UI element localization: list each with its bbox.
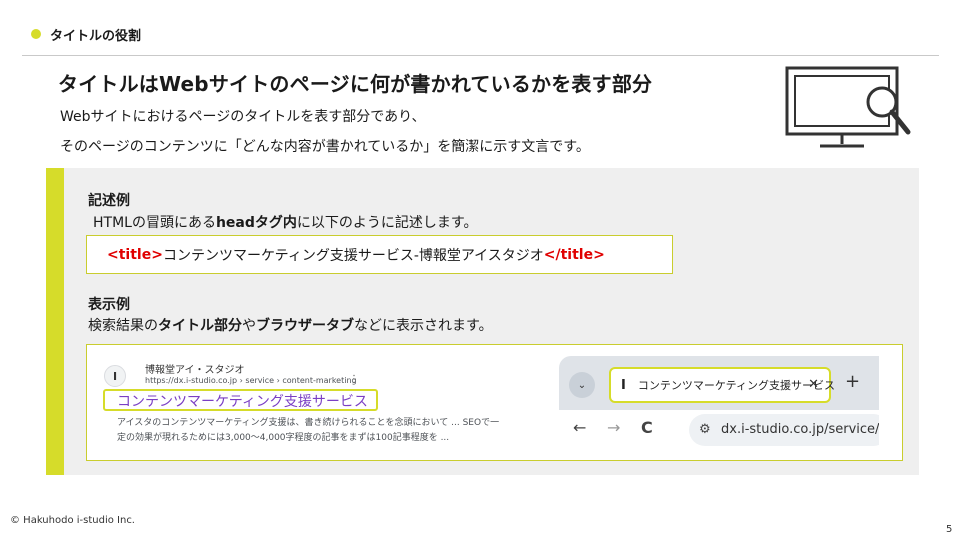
browser-window: ⌄ I コンテンツマーケティング支援サービス ✕ + ← → C ⚙ dx.i-… [559, 356, 879, 449]
example-description: HTMLの冒頭にあるheadタグ内に以下のように記述します。 [93, 212, 478, 232]
display-desc-bold-2: ブラウザータブ [256, 318, 354, 334]
code-title-text: コンテンツマーケティング支援サービス-博報堂アイスタジオ [162, 247, 544, 264]
site-info-icon[interactable]: ⚙ [699, 422, 711, 437]
page-number: 5 [946, 524, 953, 535]
display-desc-pre: 検索結果の [88, 318, 158, 334]
display-desc-post: などに表示されます。 [354, 318, 493, 334]
search-result-url: https://dx.i-studio.co.jp › service › co… [145, 376, 357, 385]
section-label: タイトルの役割 [50, 29, 142, 44]
lead-line-1: Webサイトにおけるページのタイトルを表す部分であり、 [60, 109, 426, 125]
tab-favicon-icon: I [621, 377, 626, 393]
code-close-tag: </title> [543, 246, 605, 263]
lead-line-2: そのページのコンテンツに「どんな内容が書かれているか」を簡潔に示す文言です。 [60, 139, 590, 155]
header-divider [22, 55, 939, 56]
address-bar-url: dx.i-studio.co.jp/service/co [721, 422, 879, 437]
browser-toolbar: ← → C ⚙ dx.i-studio.co.jp/service/co [559, 410, 879, 449]
more-options-icon: ⋮ [349, 374, 359, 385]
close-icon[interactable]: ✕ [808, 377, 819, 392]
example-desc-pre: HTMLの冒頭にある [93, 215, 216, 231]
section-bullet [31, 29, 41, 39]
tab-title: コンテンツマーケティング支援サービス [637, 379, 835, 392]
back-arrow-icon[interactable]: ← [573, 418, 586, 437]
panel-accent-bar [46, 168, 64, 475]
search-result-title-link[interactable]: コンテンツマーケティング支援サービス [117, 391, 368, 411]
example-desc-bold: headタグ内 [215, 215, 297, 231]
address-bar[interactable]: ⚙ dx.i-studio.co.jp/service/co [689, 414, 879, 446]
forward-arrow-icon[interactable]: → [607, 418, 620, 437]
search-result-site-name: 博報堂アイ・スタジオ [145, 365, 245, 376]
code-open-tag: <title> [107, 246, 163, 263]
page-title: タイトルはWebサイトのページに何が書かれているかを表す部分 [58, 72, 653, 96]
display-example-box: I 博報堂アイ・スタジオ https://dx.i-studio.co.jp ›… [86, 344, 903, 461]
code-example-box: <title> コンテンツマーケティング支援サービス-博報堂アイスタジオ </tit… [86, 235, 673, 274]
copyright: © Hakuhodo i-studio Inc. [10, 515, 135, 526]
new-tab-button[interactable]: + [845, 371, 860, 392]
search-result-snippet-2: 定の効果が現れるためには3,000〜4,000字程度の記事をまずは100記事程度… [117, 433, 450, 443]
display-description: 検索結果のタイトル部分やブラウザータブなどに表示されます。 [88, 315, 493, 335]
reload-icon[interactable]: C [641, 418, 653, 437]
monitor-search-icon [785, 66, 911, 148]
display-heading: 表示例 [88, 297, 130, 313]
browser-tab[interactable]: I コンテンツマーケティング支援サービス ✕ [609, 367, 835, 403]
display-desc-bold-1: タイトル部分 [158, 318, 242, 334]
example-heading: 記述例 [88, 193, 130, 209]
search-result-snippet-1: アイスタのコンテンツマーケティング支援は、書き続けられることを念頭において ..… [117, 418, 500, 428]
site-favicon-icon: I [104, 365, 126, 387]
display-desc-mid: や [242, 318, 256, 334]
tab-list-button[interactable]: ⌄ [569, 372, 595, 398]
example-desc-post: に以下のように記述します。 [296, 215, 478, 231]
